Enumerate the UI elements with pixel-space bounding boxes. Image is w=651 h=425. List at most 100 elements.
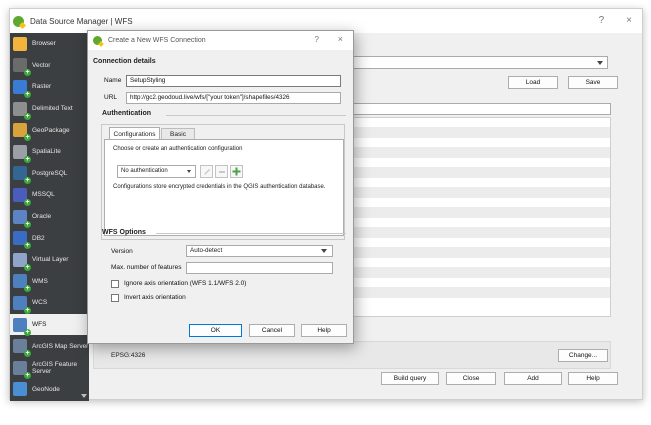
source-sidebar: Browser Vector Raster Delimited Text GeoPack…	[10, 33, 89, 401]
chevron-down-icon	[597, 61, 603, 65]
arcgis-map-server-icon	[13, 339, 31, 358]
dialog-title: Create a New WFS Connection	[108, 37, 206, 44]
window-help-button[interactable]: ?	[599, 15, 605, 26]
sidebar-item-label: PostgreSQL	[32, 169, 68, 177]
close-button[interactable]: Close	[446, 372, 496, 385]
sidebar-item-label: ArcGIS Map Server	[32, 342, 89, 350]
dialog-close-button[interactable]: ×	[338, 34, 343, 44]
table-row[interactable]	[345, 168, 610, 178]
table-row[interactable]	[345, 278, 610, 288]
table-row[interactable]	[345, 208, 610, 218]
table-row[interactable]	[345, 148, 610, 158]
sidebar-item-label: Oracle	[32, 213, 52, 221]
table-row[interactable]	[345, 288, 610, 298]
sidebar-item-arcgis-map-server[interactable]: ArcGIS Map Server	[10, 335, 89, 358]
sidebar-item-mssql[interactable]: MSSQL	[10, 184, 89, 206]
sidebar-item-raster[interactable]: Raster	[10, 76, 89, 98]
remove-config-button[interactable]	[215, 165, 228, 178]
sidebar-item-wcs[interactable]: WCS	[10, 292, 89, 314]
sidebar-item-wfs[interactable]: WFS	[10, 313, 89, 336]
add-config-icon	[232, 167, 241, 176]
save-button[interactable]: Save	[568, 76, 618, 89]
table-row[interactable]	[345, 218, 610, 228]
sidebar-item-geopackage[interactable]: GeoPackage	[10, 119, 89, 142]
sidebar-item-browser[interactable]: Browser	[10, 33, 89, 55]
layer-table[interactable]	[344, 117, 611, 317]
table-row[interactable]	[345, 128, 610, 138]
add-button[interactable]: Add	[504, 372, 562, 385]
sidebar-item-geonode[interactable]: GeoNode	[10, 379, 89, 401]
auth-select-value: No authentication	[121, 168, 168, 174]
help-button[interactable]: Help	[568, 372, 618, 385]
auth-config-select[interactable]: No authentication	[117, 165, 196, 178]
geonode-icon	[13, 382, 27, 397]
invert-axis-checkbox[interactable]	[111, 294, 119, 302]
qgis-logo-icon	[13, 15, 24, 27]
sidebar-item-label: WMS	[32, 277, 48, 285]
max-features-label: Max. number of features	[111, 264, 182, 271]
table-row[interactable]	[345, 158, 610, 168]
sidebar-item-arcgis-feature-server[interactable]: ArcGIS Feature Server	[10, 357, 89, 379]
table-row[interactable]	[345, 118, 610, 128]
load-button[interactable]: Load	[508, 76, 558, 89]
change-crs-button[interactable]: Change...	[558, 349, 608, 362]
max-features-input[interactable]	[186, 262, 333, 274]
version-select[interactable]: Auto-detect	[186, 245, 333, 257]
table-row[interactable]	[345, 188, 610, 198]
sidebar-item-label: MSSQL	[32, 191, 55, 199]
name-label: Name	[104, 77, 122, 84]
sidebar-item-label: SpatiaLite	[32, 148, 61, 156]
table-row[interactable]	[345, 248, 610, 258]
vector-icon	[13, 58, 31, 77]
table-row[interactable]	[345, 178, 610, 188]
table-row[interactable]	[345, 268, 610, 278]
add-config-button[interactable]	[230, 165, 243, 178]
window-close-button[interactable]: ×	[626, 15, 632, 26]
ok-button[interactable]: OK	[189, 324, 242, 337]
connection-details-title: Connection details	[93, 58, 156, 65]
sidebar-item-vector[interactable]: Vector	[10, 55, 89, 77]
sidebar-scroll-down-icon[interactable]	[81, 394, 87, 398]
ignore-axis-checkbox[interactable]	[111, 280, 119, 288]
table-row[interactable]	[345, 238, 610, 248]
virtual-layer-icon	[13, 252, 31, 271]
sidebar-item-postgresql[interactable]: PostgreSQL	[10, 163, 89, 185]
oracle-icon	[13, 209, 31, 228]
folder-icon	[13, 36, 27, 51]
ignore-axis-label: Ignore axis orientation (WFS 1.1/WFS 2.0…	[124, 280, 247, 287]
new-wfs-connection-dialog: Create a New WFS Connection ? × Connecti…	[87, 30, 354, 344]
configurations-tab-page: Choose or create an authentication confi…	[104, 139, 344, 236]
sidebar-item-label: Vector	[32, 61, 51, 69]
table-row[interactable]	[345, 258, 610, 268]
table-row[interactable]	[345, 138, 610, 148]
sidebar-item-label: ArcGIS Feature Server	[32, 360, 78, 375]
raster-icon	[13, 79, 31, 98]
help-button[interactable]: Help	[301, 324, 347, 337]
table-row[interactable]	[345, 228, 610, 238]
sidebar-item-label: WCS	[32, 299, 48, 307]
table-row[interactable]	[345, 198, 610, 208]
sidebar-item-delimited-text[interactable]: Delimited Text	[10, 98, 89, 120]
sidebar-item-oracle[interactable]: Oracle	[10, 206, 89, 228]
authentication-title: Authentication	[102, 110, 151, 117]
sidebar-item-virtual-layer[interactable]: Virtual Layer	[10, 249, 89, 271]
chevron-down-icon	[321, 249, 327, 253]
tab-basic[interactable]: Basic	[161, 128, 195, 139]
name-input[interactable]: SetupStyling	[126, 75, 341, 87]
db2-icon	[13, 231, 31, 250]
sidebar-item-spatialite[interactable]: SpatiaLite	[10, 141, 89, 163]
build-query-button[interactable]: Build query	[381, 372, 439, 385]
sidebar-item-label: DB2	[32, 234, 45, 242]
sidebar-item-wms[interactable]: WMS	[10, 271, 89, 293]
dialog-help-button[interactable]: ?	[315, 35, 319, 44]
layer-filter-input[interactable]	[344, 103, 611, 115]
sidebar-item-label: WFS	[32, 321, 47, 329]
server-connections-select[interactable]	[344, 56, 608, 69]
cancel-button[interactable]: Cancel	[249, 324, 295, 337]
sidebar-item-label: Delimited Text	[32, 105, 73, 113]
url-input[interactable]: http://gc2.geodoud.live/wfs/["your token…	[126, 92, 341, 104]
version-label: Version	[111, 248, 133, 255]
sidebar-item-db2[interactable]: DB2	[10, 227, 89, 250]
mssql-icon	[13, 187, 31, 206]
edit-config-button[interactable]	[200, 165, 213, 178]
